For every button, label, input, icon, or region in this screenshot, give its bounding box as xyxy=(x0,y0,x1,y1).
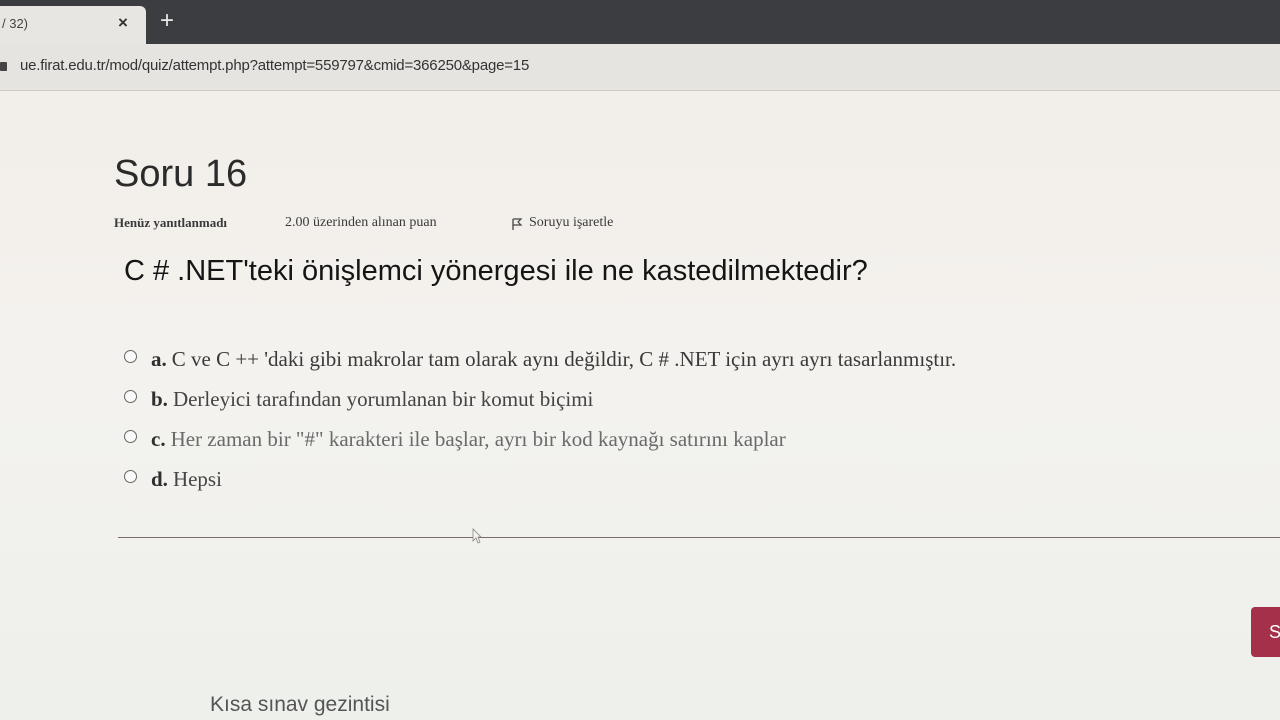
radio-button[interactable] xyxy=(124,469,137,483)
question-grade: 2.00 üzerinden alınan puan xyxy=(285,215,437,230)
answer-option-a[interactable]: a. C ve C ++ 'daki gibi makrolar tam ola… xyxy=(124,339,956,379)
answer-text: Her zaman bir "#" karakteri ile başlar, … xyxy=(170,426,786,451)
answer-letter: d. xyxy=(151,466,168,491)
answer-list: a. C ve C ++ 'daki gibi makrolar tam ola… xyxy=(124,339,956,499)
section-divider xyxy=(118,537,1280,538)
question-text: C # .NET'teki önişlemci yönergesi ile ne… xyxy=(124,255,868,287)
address-bar[interactable]: ue.firat.edu.tr/mod/quiz/attempt.php?att… xyxy=(0,44,1280,91)
mouse-cursor-icon xyxy=(472,528,482,544)
answer-text: Hepsi xyxy=(172,466,222,491)
quiz-page: Soru 16 Henüz yanıtlanmadı 2.00 üzerinde… xyxy=(0,91,1280,720)
answer-letter: a. xyxy=(151,346,167,371)
answer-text: C ve C ++ 'daki gibi makrolar tam olarak… xyxy=(171,346,957,371)
browser-tab[interactable]: / 32) × xyxy=(0,6,146,44)
quiz-navigation-title: Kısa sınav gezintisi xyxy=(210,693,390,716)
close-icon[interactable]: × xyxy=(118,13,128,33)
radio-button[interactable] xyxy=(124,349,137,363)
browser-tab-bar: / 32) × + xyxy=(0,0,1280,44)
answer-option-c[interactable]: c. Her zaman bir "#" karakteri ile başla… xyxy=(124,419,956,459)
question-number: Soru 16 xyxy=(114,153,248,195)
flag-label: Soruyu işaretle xyxy=(529,215,614,230)
answer-letter: c. xyxy=(151,426,166,451)
flag-question-link[interactable]: Soruyu işaretle xyxy=(511,215,613,231)
answer-option-d[interactable]: d. Hepsi xyxy=(124,459,956,499)
radio-button[interactable] xyxy=(124,429,137,443)
flag-icon xyxy=(511,217,523,230)
lock-icon xyxy=(0,62,7,71)
answer-text: Derleyici tarafından yorumlanan bir komu… xyxy=(172,386,594,411)
answer-letter: b. xyxy=(151,386,168,411)
answer-option-b[interactable]: b. Derleyici tarafından yorumlanan bir k… xyxy=(124,379,956,419)
question-status: Henüz yanıtlanmadı xyxy=(114,215,228,230)
tab-title: / 32) xyxy=(2,16,29,31)
url-text[interactable]: ue.firat.edu.tr/mod/quiz/attempt.php?att… xyxy=(20,57,529,74)
new-tab-icon[interactable]: + xyxy=(160,9,174,33)
radio-button[interactable] xyxy=(124,389,137,403)
side-panel-button[interactable]: S xyxy=(1251,607,1280,657)
